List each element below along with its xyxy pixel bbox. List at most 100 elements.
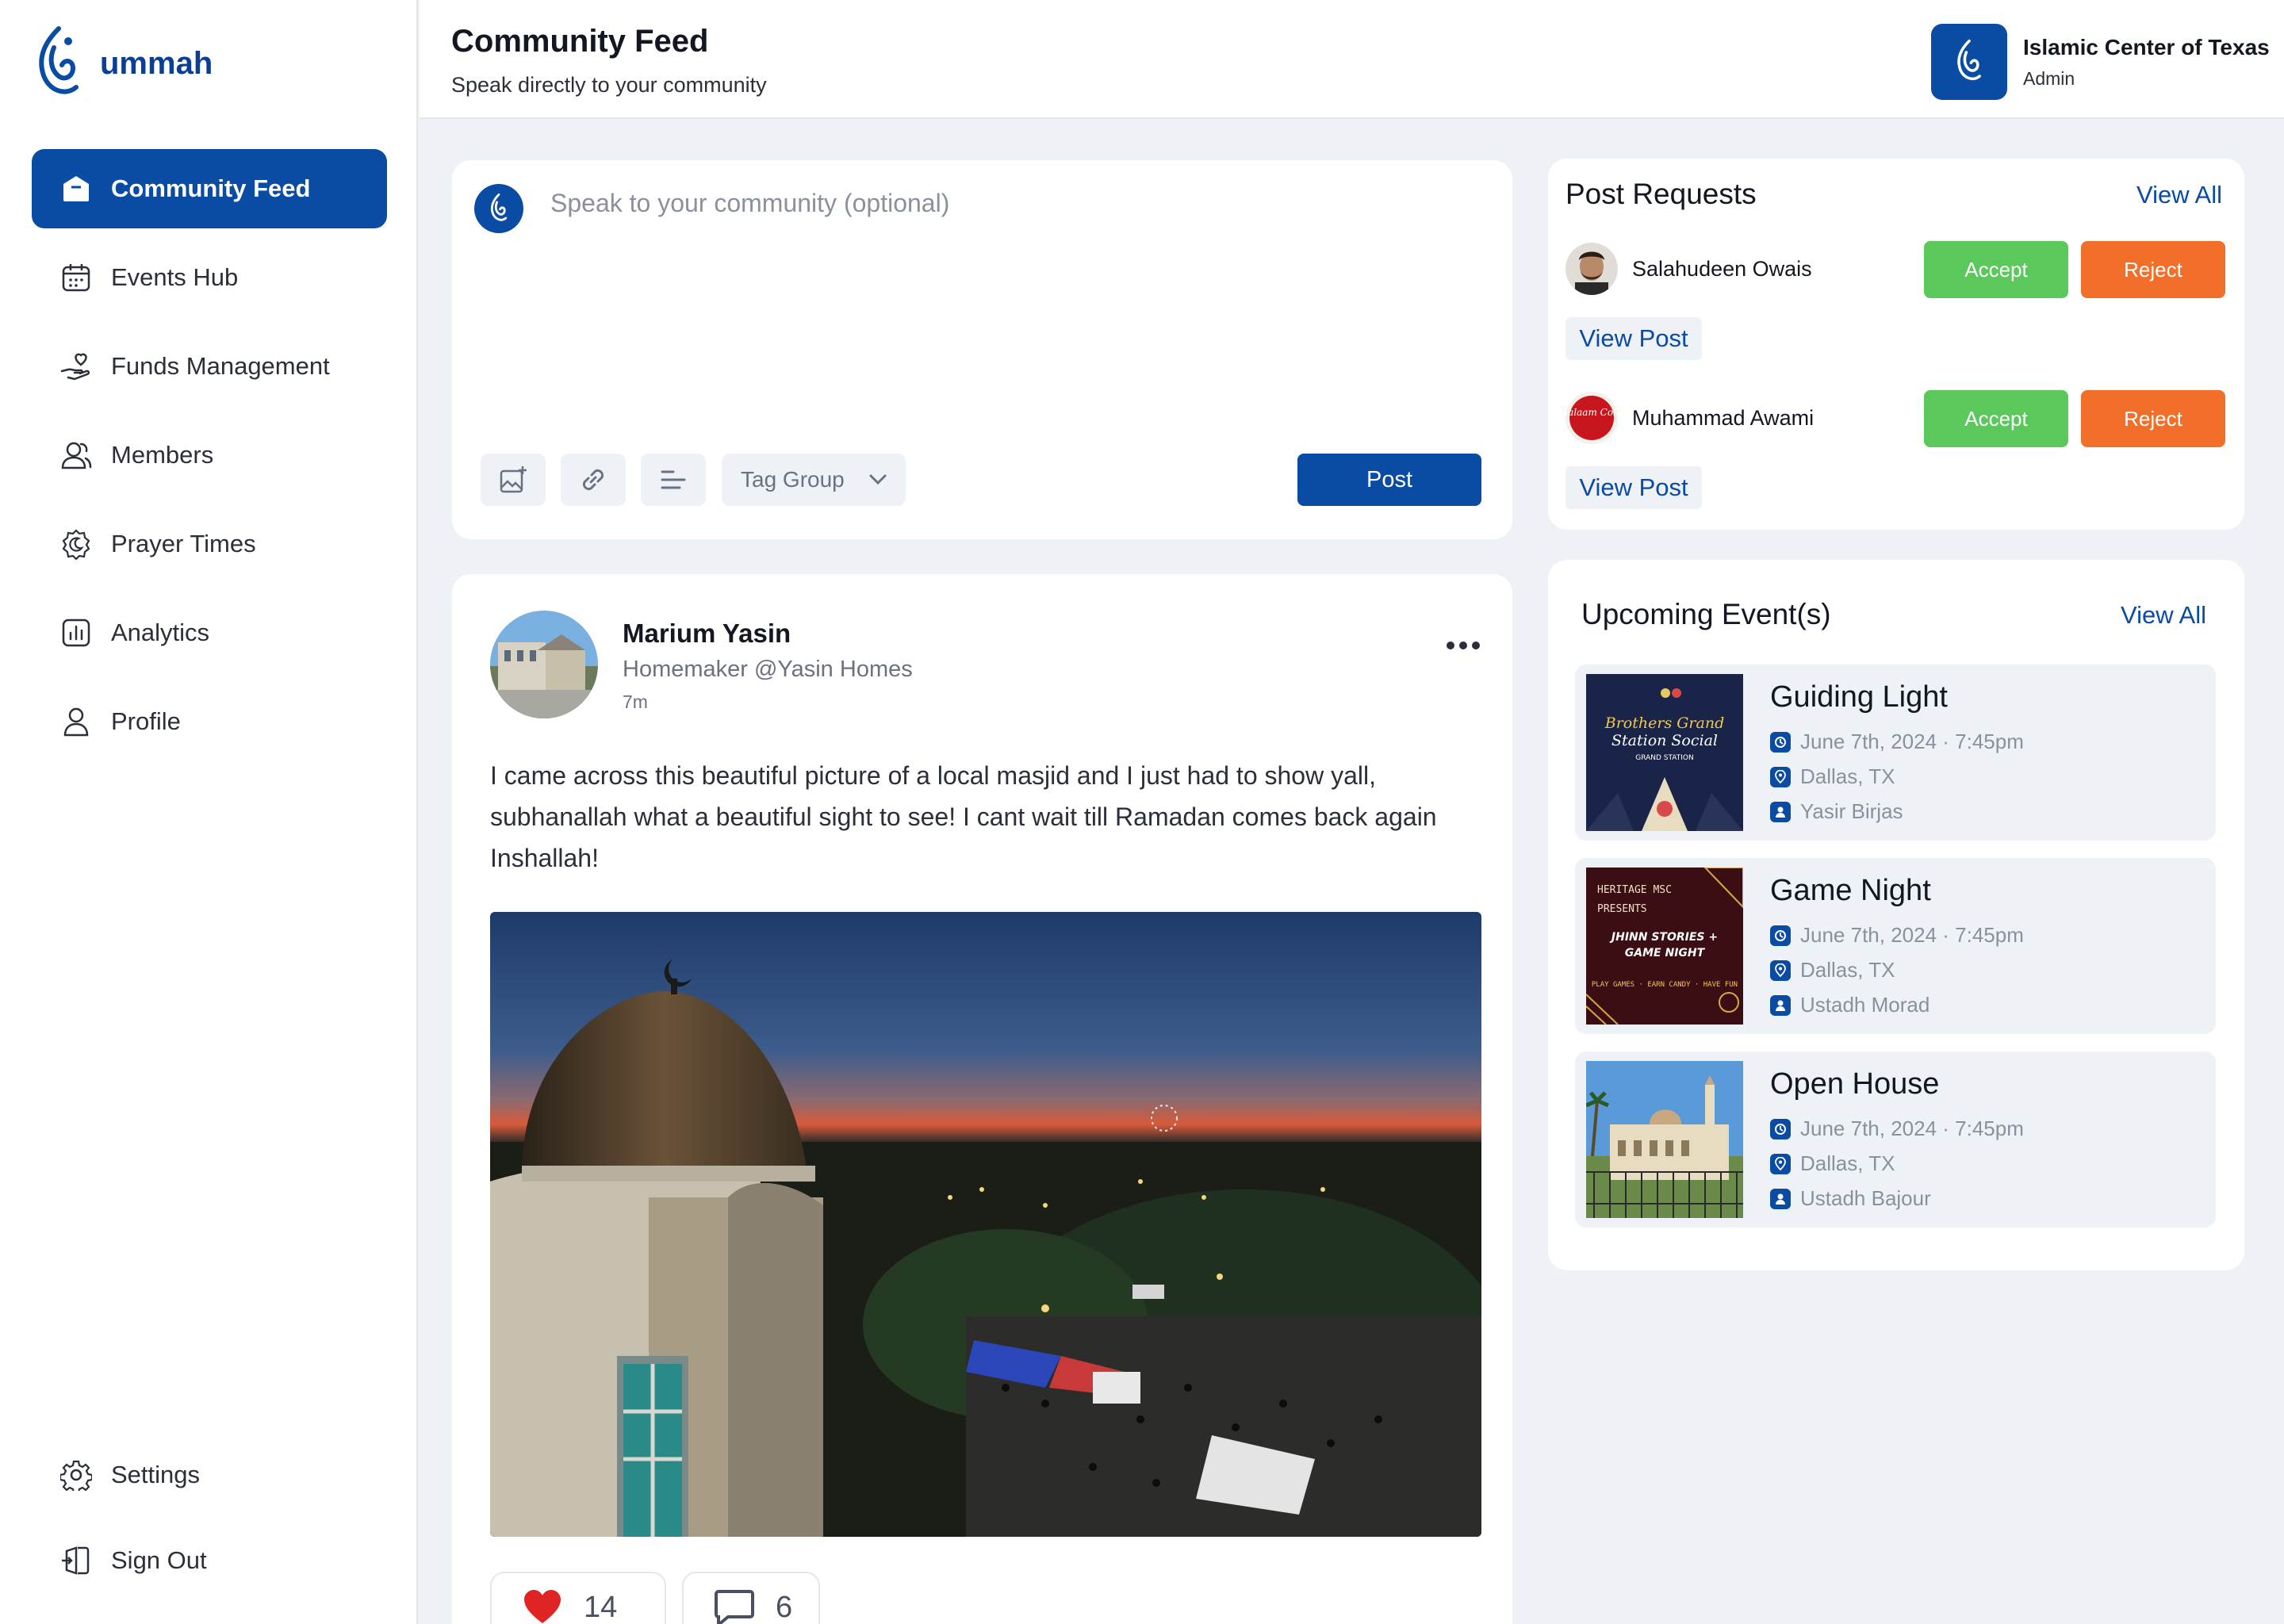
requester-avatar[interactable]: Salaam Cola [1565, 392, 1618, 444]
sidebar-nav: Community Feed Events Hub Funds Manageme… [32, 149, 387, 771]
event-datetime-text: June 7th, 2024 · 7:45pm [1800, 730, 2024, 753]
composer-input[interactable] [550, 189, 1462, 347]
tag-group-label: Tag Group [741, 467, 845, 492]
event-card[interactable]: Brothers Grand Station Social GRAND STAT… [1575, 665, 2216, 841]
event-location: Dallas, TX [1770, 1151, 1895, 1176]
sidebar-item-sign-out[interactable]: Sign Out [32, 1521, 387, 1600]
poster-text: Brothers Grand [1604, 714, 1724, 732]
gear-icon [59, 1457, 94, 1492]
members-icon [59, 438, 94, 473]
analytics-icon [59, 615, 94, 650]
clock-icon [1770, 925, 1791, 946]
reject-request-button[interactable]: Reject [2081, 241, 2225, 298]
requester-name[interactable]: Muhammad Awami [1632, 406, 1814, 431]
post-button[interactable]: Post [1297, 454, 1481, 506]
event-datetime: June 7th, 2024 · 7:45pm [1770, 1116, 2024, 1141]
poster-text: Station Social [1611, 732, 1718, 749]
sidebar-item-analytics[interactable]: Analytics [32, 593, 387, 672]
sidebar-item-profile[interactable]: Profile [32, 682, 387, 761]
post-more-options-button[interactable] [1439, 630, 1487, 661]
comment-button[interactable]: 6 [682, 1572, 820, 1624]
sidebar-item-settings[interactable]: Settings [32, 1435, 387, 1515]
event-datetime: June 7th, 2024 · 7:45pm [1770, 730, 2024, 754]
image-add-icon [500, 466, 527, 493]
view-post-button[interactable]: View Post [1565, 317, 1702, 360]
upcoming-events-view-all-link[interactable]: View All [2121, 601, 2206, 630]
poster-text: PLAY GAMES · EARN CANDY · HAVE FUN [1592, 981, 1738, 989]
event-card[interactable]: HERITAGE MSC PRESENTS JHINN STORIES + GA… [1575, 858, 2216, 1034]
accept-request-button[interactable]: Accept [1924, 390, 2068, 447]
event-location: Dallas, TX [1770, 958, 1895, 982]
event-host: Yasir Birjas [1770, 799, 1903, 824]
post-author-name[interactable]: Marium Yasin [623, 619, 791, 649]
like-button[interactable]: 14 [490, 1572, 666, 1624]
align-left-icon [661, 470, 686, 489]
sidebar-item-label: Funds Management [111, 352, 330, 380]
event-poster: Brothers Grand Station Social GRAND STAT… [1586, 674, 1743, 831]
person-icon [1770, 1188, 1791, 1209]
event-datetime-text: June 7th, 2024 · 7:45pm [1800, 1116, 2024, 1140]
sidebar-item-prayer-times[interactable]: Prayer Times [32, 504, 387, 584]
requester-avatar[interactable] [1565, 243, 1618, 295]
sidebar-item-label: Settings [111, 1461, 201, 1488]
event-location-text: Dallas, TX [1800, 1151, 1895, 1175]
sidebar-item-members[interactable]: Members [32, 416, 387, 495]
event-poster: HERITAGE MSC PRESENTS JHINN STORIES + GA… [1586, 868, 1743, 1025]
post-author-avatar[interactable] [490, 611, 598, 718]
page-subtitle: Speak directly to your community [451, 73, 767, 97]
reject-request-button[interactable]: Reject [2081, 390, 2225, 447]
home-icon [59, 171, 94, 206]
accept-request-button[interactable]: Accept [1924, 241, 2068, 298]
app-logo[interactable]: ummah [30, 24, 213, 103]
sidebar-item-label: Analytics [111, 619, 210, 646]
like-count: 14 [584, 1590, 618, 1624]
clock-icon [1770, 1118, 1791, 1139]
app-name: ummah [100, 45, 213, 81]
add-link-button[interactable] [561, 454, 626, 506]
sidebar-bottom-nav: Settings Sign Out [32, 1435, 387, 1607]
location-pin-icon [1770, 766, 1791, 787]
comment-icon [715, 1590, 754, 1624]
add-image-button[interactable] [481, 454, 546, 506]
sidebar-item-community-feed[interactable]: Community Feed [32, 149, 387, 228]
view-post-button[interactable]: View Post [1565, 466, 1702, 509]
sign-out-icon [59, 1543, 94, 1578]
calendar-icon [59, 260, 94, 295]
sidebar-item-label: Prayer Times [111, 530, 256, 557]
salaam-cola-logo-text: Salaam Cola [1565, 407, 1618, 418]
crescent-badge-icon [59, 527, 94, 561]
event-card[interactable]: Open House June 7th, 2024 · 7:45pm Dalla… [1575, 1051, 2216, 1228]
chevron-down-icon [869, 474, 887, 485]
event-host-text: Ustadh Bajour [1800, 1186, 1931, 1210]
org-name: Islamic Center of Texas [2023, 34, 2270, 59]
page-title: Community Feed [451, 24, 709, 59]
location-pin-icon [1770, 959, 1791, 981]
poster-text: HERITAGE MSC [1597, 884, 1672, 896]
more-horizontal-icon [1447, 642, 1480, 649]
upcoming-events-panel: Upcoming Event(s) View All Brothers Gran… [1548, 560, 2244, 1270]
clock-icon [1770, 731, 1791, 753]
poster-text: PRESENTS [1597, 903, 1647, 915]
feed-post: Marium Yasin Homemaker @Yasin Homes 7m I… [452, 574, 1512, 1624]
post-requests-title: Post Requests [1565, 178, 1757, 210]
org-logo-icon [1931, 24, 2007, 100]
event-location-text: Dallas, TX [1800, 958, 1895, 982]
location-pin-icon [1770, 1153, 1791, 1174]
sidebar-item-funds-management[interactable]: Funds Management [32, 327, 387, 406]
event-host-text: Ustadh Morad [1800, 993, 1930, 1017]
post-requests-view-all-link[interactable]: View All [2136, 181, 2222, 209]
format-text-button[interactable] [641, 454, 706, 506]
top-header: Community Feed Speak directly to your co… [420, 0, 2284, 119]
composer-avatar [474, 184, 523, 233]
hand-heart-icon [59, 349, 94, 384]
org-account[interactable]: Islamic Center of Texas Admin [1931, 24, 2270, 100]
sidebar-item-events-hub[interactable]: Events Hub [32, 238, 387, 317]
post-timestamp: 7m [623, 691, 648, 712]
ummah-logo-icon [39, 26, 79, 94]
post-image[interactable] [490, 912, 1481, 1537]
link-icon [582, 469, 604, 491]
requester-name[interactable]: Salahudeen Owais [1632, 257, 1812, 282]
poster-text: GAME NIGHT [1625, 947, 1706, 959]
event-title: Guiding Light [1770, 680, 1948, 714]
tag-group-dropdown[interactable]: Tag Group [722, 454, 906, 506]
